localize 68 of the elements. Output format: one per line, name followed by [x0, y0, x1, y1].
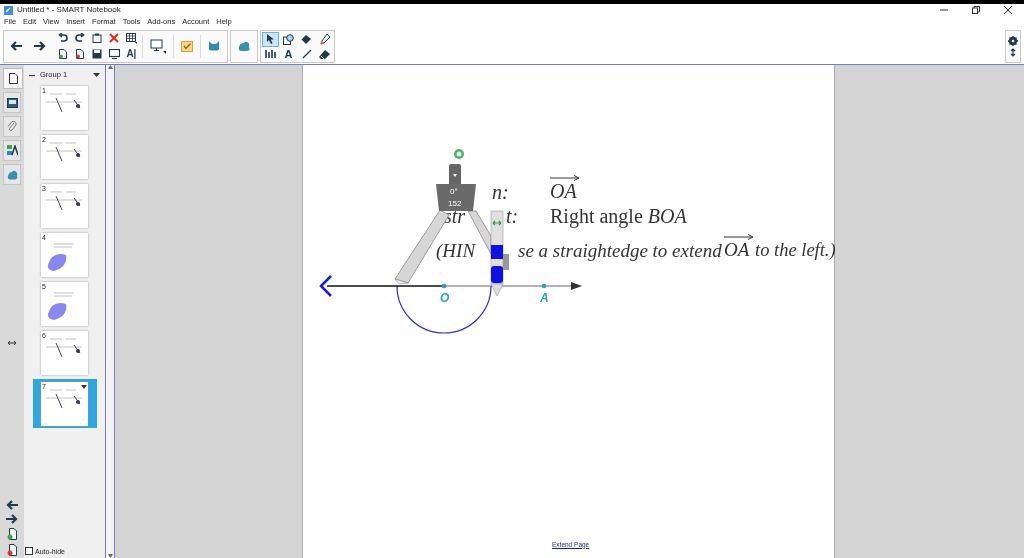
forward-arrow-icon	[34, 41, 46, 51]
close-icon[interactable]	[1004, 6, 1012, 14]
measurement-icon	[265, 49, 276, 59]
properties-button[interactable]: A|	[126, 48, 137, 59]
shapes-tool-button[interactable]	[280, 31, 297, 47]
properties-tab[interactable]	[3, 140, 21, 161]
monitor-icon	[150, 38, 166, 54]
point-label: O	[440, 292, 450, 304]
compass-pencil[interactable]	[490, 210, 509, 297]
pen-icon	[319, 33, 330, 45]
previous-page-icon[interactable]	[6, 500, 18, 510]
construct-text: Right angle BOA	[550, 206, 687, 226]
delete-page-icon[interactable]	[74, 48, 85, 59]
delete-icon[interactable]	[109, 33, 120, 44]
shapes-icon	[283, 33, 294, 45]
construct-label: t:	[506, 206, 519, 226]
page-sorter-tab[interactable]	[3, 68, 23, 89]
compass-width-reading: 152	[448, 200, 462, 208]
vector-arrow-icon	[724, 234, 754, 240]
puzzle-icon	[237, 40, 251, 52]
settings-icon[interactable]	[1008, 35, 1018, 46]
table-icon[interactable]	[125, 32, 137, 44]
page-icon	[8, 73, 18, 84]
rotate-handle-icon[interactable]	[454, 149, 464, 159]
dropdown-caret-icon[interactable]	[81, 385, 87, 389]
hint-text: (HIN	[436, 241, 476, 260]
dropdown-caret-icon[interactable]	[93, 73, 100, 77]
select-tool-button[interactable]	[262, 31, 279, 47]
add-page-icon[interactable]	[7, 528, 17, 540]
compass-angle-reading: 0°	[450, 188, 458, 196]
vector-label: OA	[550, 181, 578, 201]
resize-arrows-icon[interactable]	[7, 339, 17, 346]
vector-label: OA	[724, 240, 751, 259]
delete-page-icon[interactable]	[7, 544, 17, 556]
hint-text: se a straightedge to extend	[518, 241, 722, 260]
vector-arrow-icon	[550, 175, 580, 181]
paperclip-icon	[7, 121, 17, 132]
point-o	[441, 283, 447, 289]
puzzle-icon	[6, 169, 18, 180]
checkmark-icon	[181, 40, 193, 52]
restore-icon[interactable]	[972, 6, 980, 14]
picture-icon	[6, 97, 18, 108]
eraser-icon	[319, 49, 330, 59]
text-tool-button[interactable]: A	[280, 46, 297, 62]
line-icon	[301, 49, 312, 59]
paste-icon[interactable]	[92, 33, 102, 44]
compass-head[interactable]	[436, 164, 476, 211]
hint-text: to the left.)	[755, 241, 836, 260]
point-label: A	[540, 292, 549, 304]
given-label: n:	[492, 182, 509, 202]
back-arrow-icon	[10, 41, 22, 51]
minimize-icon[interactable]	[940, 6, 948, 14]
fill-icon	[301, 33, 312, 45]
gallery-tab[interactable]	[3, 92, 21, 113]
add-page-icon[interactable]	[57, 48, 68, 59]
save-icon[interactable]	[92, 48, 102, 59]
scroll-down-icon[interactable]	[107, 554, 113, 558]
toolbar-toggle-icon[interactable]	[1010, 47, 1016, 57]
color-swatch-icon	[6, 145, 18, 156]
point-a	[541, 283, 547, 289]
window-title: Untitled * - SMART Notebook	[17, 6, 121, 14]
undo-icon[interactable]	[57, 33, 68, 44]
auto-hide-checkbox[interactable]	[25, 547, 33, 555]
redo-icon[interactable]	[74, 33, 85, 44]
next-page-icon[interactable]	[6, 514, 18, 524]
select-icon	[266, 34, 275, 44]
cat-face-icon	[208, 41, 220, 51]
screen-shade-icon[interactable]	[108, 48, 120, 59]
